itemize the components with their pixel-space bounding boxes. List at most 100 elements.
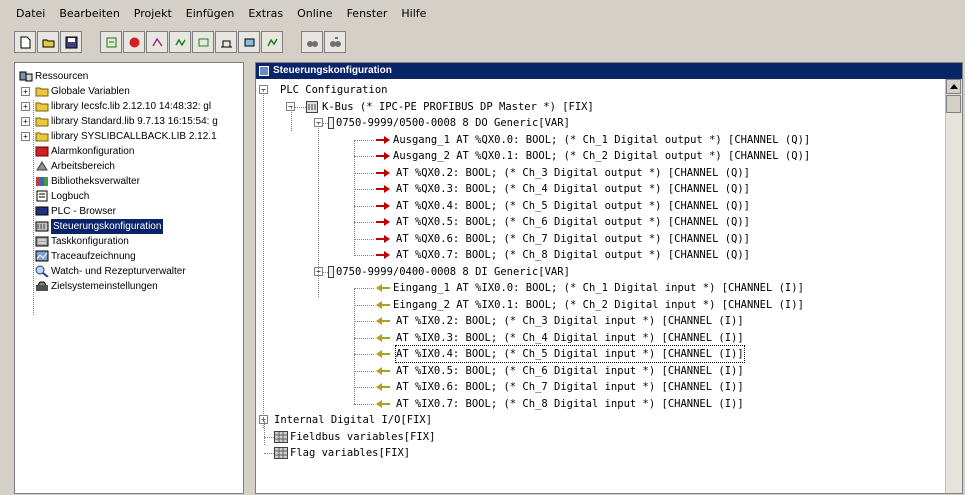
run-button[interactable] [146, 31, 168, 53]
config-node-label: AT %IX0.3: BOOL; (* Ch_4 Digital input *… [396, 331, 744, 344]
expand-plus-icon[interactable]: + [21, 117, 30, 126]
tree-item-traceaufzeichnung[interactable]: Traceaufzeichnung [15, 249, 243, 264]
input-channel-4[interactable]: AT %IX0.3: BOOL; (* Ch_4 Digital input *… [256, 330, 946, 346]
output-channel-8[interactable]: AT %QX0.7: BOOL; (* Ch_8 Digital output … [256, 247, 946, 263]
menu-online[interactable]: Online [295, 6, 334, 24]
do-module-node[interactable]: −0750-9999/0500-0008 8 DO Generic[VAR] [256, 115, 946, 131]
menu-extras[interactable]: Extras [246, 6, 285, 24]
tree-guide-line [318, 123, 319, 297]
folder-icon [35, 87, 49, 97]
resources-icon [19, 71, 33, 82]
tree-item-library-standard-lib-9-7-13-16-15-54-g[interactable]: + library Standard.lib 9.7.13 16:15:54: g [15, 114, 243, 129]
kbus-node[interactable]: − K-Bus (* IPC-PE PROFIBUS DP Master *) [… [256, 99, 946, 115]
input-channel-2[interactable]: Eingang_2 AT %IX0.1: BOOL; (* Ch_2 Digit… [256, 297, 946, 313]
internal-digital-io-node[interactable]: + Internal Digital I/O[FIX] [256, 412, 946, 428]
toolbar [14, 28, 364, 56]
vertical-scrollbar[interactable] [945, 79, 962, 493]
output-channel-4[interactable]: AT %QX0.3: BOOL; (* Ch_4 Digital output … [256, 181, 946, 197]
output-channel-2[interactable]: Ausgang_2 AT %QX0.1: BOOL; (* Ch_2 Digit… [256, 148, 946, 164]
monitor-button[interactable] [261, 31, 283, 53]
plc-configuration-node[interactable]: − PLC Configuration [256, 82, 946, 98]
breakpoint-button[interactable] [169, 31, 191, 53]
output-channel-6[interactable]: AT %QX0.5: BOOL; (* Ch_6 Digital output … [256, 214, 946, 230]
open-folder-button[interactable] [37, 31, 59, 53]
config-title-bar: Steuerungskonfiguration [256, 63, 962, 79]
tree-item-ressourcen[interactable]: Ressourcen [15, 69, 243, 84]
trace-icon [35, 250, 49, 262]
plc-config-icon [35, 221, 49, 232]
tree-item-bibliotheksverwalter[interactable]: Bibliotheksverwalter [15, 174, 243, 189]
tree-connector [354, 156, 374, 157]
folder-icon [35, 132, 49, 142]
tree-item-label: Zielsystemeinstellungen [51, 281, 158, 292]
tree-connector [354, 354, 374, 355]
di-module-node[interactable]: −0750-9999/0400-0008 8 DI Generic[VAR] [256, 264, 946, 280]
scroll-thumb[interactable] [946, 95, 961, 113]
menu-einfuegen[interactable]: Einfügen [184, 6, 237, 24]
input-channel-7[interactable]: AT %IX0.6: BOOL; (* Ch_7 Digital input *… [256, 379, 946, 395]
config-node-label: Eingang_1 AT %IX0.0: BOOL; (* Ch_1 Digit… [393, 282, 804, 294]
fieldbus-variables-node[interactable]: Fieldbus variables[FIX] [256, 429, 946, 445]
tree-item-steuerungskonfiguration[interactable]: Steuerungskonfiguration [15, 219, 243, 234]
input-channel-8[interactable]: AT %IX0.7: BOOL; (* Ch_8 Digital input *… [256, 396, 946, 412]
expand-plus-icon[interactable]: + [21, 132, 30, 141]
tree-item-library-syslibcallback-lib-2-12-1[interactable]: + library SYSLIBCALLBACK.LIB 2.12.1 [15, 129, 243, 144]
compile-button[interactable] [100, 31, 122, 53]
output-channel-7[interactable]: AT %QX0.6: BOOL; (* Ch_7 Digital output … [256, 231, 946, 247]
step-button[interactable] [192, 31, 214, 53]
menu-hilfe[interactable]: Hilfe [399, 6, 428, 24]
tree-item-taskkonfiguration[interactable]: Taskkonfiguration [15, 234, 243, 249]
new-file-button[interactable] [14, 31, 36, 53]
config-node-label: AT %QX0.7: BOOL; (* Ch_8 Digital output … [396, 249, 751, 261]
menu-datei[interactable]: Datei [14, 6, 47, 24]
scroll-up-arrow[interactable] [946, 79, 961, 94]
compile-icon [106, 37, 117, 48]
save-icon [65, 36, 78, 49]
target-settings-icon [36, 281, 48, 291]
output-channel-1[interactable]: Ausgang_1 AT %QX0.0: BOOL; (* Ch_1 Digit… [256, 132, 946, 148]
io-module-icon [328, 265, 334, 278]
find-button[interactable] [301, 31, 323, 53]
expand-plus-icon[interactable]: + [21, 102, 30, 111]
tree-connector [354, 189, 374, 190]
config-window-title: Steuerungskonfiguration [273, 65, 392, 76]
input-channel-6[interactable]: AT %IX0.5: BOOL; (* Ch_6 Digital input *… [256, 363, 946, 379]
tree-item-library-iecsfc-lib-2-12-10-14-48-32-gl[interactable]: + library Iecsfc.lib 2.12.10 14:48:32: gl [15, 99, 243, 114]
variables-table-icon [274, 430, 288, 443]
step-icon [198, 38, 209, 47]
input-channel-5[interactable]: AT %IX0.4: BOOL; (* Ch_5 Digital input *… [256, 345, 946, 363]
menu-fenster[interactable]: Fenster [345, 6, 390, 24]
output-channel-3[interactable]: AT %QX0.2: BOOL; (* Ch_3 Digital output … [256, 165, 946, 181]
tree-item-label: library Iecsfc.lib 2.12.10 14:48:32: gl [51, 101, 212, 112]
tree-connector [354, 387, 374, 388]
flag-variables-node[interactable]: Flag variables[FIX] [256, 445, 946, 461]
tree-item-globale-variablen[interactable]: + Globale Variablen [15, 84, 243, 99]
tree-item-zielsystemeinstellungen[interactable]: Zielsystemeinstellungen [15, 279, 243, 294]
tree-connector [354, 321, 374, 322]
workspace-icon [36, 161, 48, 171]
logout-button[interactable] [238, 31, 260, 53]
expand-plus-icon[interactable]: + [21, 87, 30, 96]
folder-icon [35, 117, 49, 127]
resources-tree: Ressourcen + Globale Variablen + library Iec… [15, 69, 243, 294]
stop-button[interactable] [123, 31, 145, 53]
input-channel-1[interactable]: Eingang_1 AT %IX0.0: BOOL; (* Ch_1 Digit… [256, 280, 946, 296]
config-node-label: Ausgang_1 AT %QX0.0: BOOL; (* Ch_1 Digit… [393, 133, 811, 146]
tree-item-plc-browser[interactable]: PLC - Browser [15, 204, 243, 219]
find-next-button[interactable] [324, 31, 346, 53]
log-icon [36, 190, 48, 202]
menu-projekt[interactable]: Projekt [132, 6, 174, 24]
config-node-label: Flag variables[FIX] [290, 447, 411, 459]
tree-item-label: Arbeitsbereich [51, 161, 115, 172]
menu-bearbeiten[interactable]: Bearbeiten [57, 6, 121, 24]
plc-browser-icon [35, 206, 49, 216]
save-button[interactable] [60, 31, 82, 53]
tree-item-watch-und-rezepturverwalter[interactable]: Watch- und Rezepturverwalter [15, 264, 243, 279]
login-button[interactable] [215, 31, 237, 53]
tree-item-label: Taskkonfiguration [51, 236, 129, 247]
tree-item-logbuch[interactable]: Logbuch [15, 189, 243, 204]
tree-item-arbeitsbereich[interactable]: Arbeitsbereich [15, 159, 243, 174]
tree-item-alarmkonfiguration[interactable]: Alarmkonfiguration [15, 144, 243, 159]
input-channel-3[interactable]: AT %IX0.2: BOOL; (* Ch_3 Digital input *… [256, 313, 946, 329]
output-channel-5[interactable]: AT %QX0.4: BOOL; (* Ch_5 Digital output … [256, 198, 946, 214]
